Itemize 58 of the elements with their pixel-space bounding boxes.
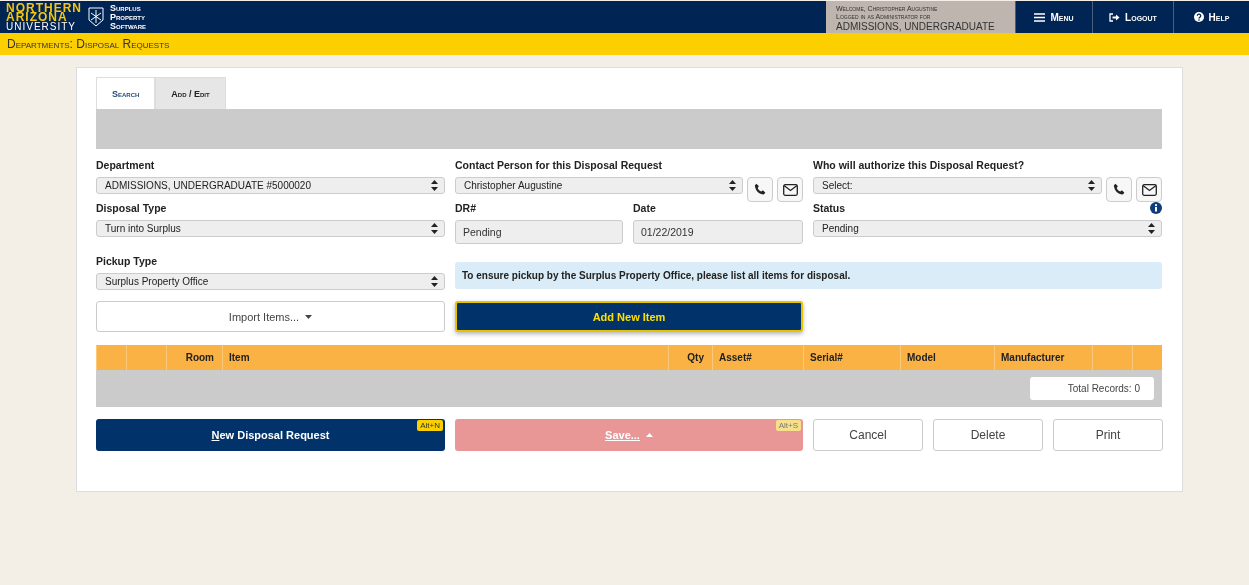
phone-button[interactable] bbox=[1106, 177, 1132, 202]
updown-icon bbox=[431, 180, 438, 191]
logo-wordmark: NORTHERN ARIZONA UNIVERSITY bbox=[6, 3, 82, 31]
action-button[interactable]: Cancel bbox=[813, 419, 923, 451]
column-header[interactable]: Asset# bbox=[719, 352, 752, 363]
tab[interactable]: Add / Edit bbox=[155, 77, 226, 109]
envelope-icon bbox=[1141, 183, 1157, 196]
phone-icon bbox=[753, 183, 767, 196]
column-header[interactable]: Manufacturer bbox=[1001, 352, 1065, 363]
add-item-button[interactable]: Add New Item bbox=[455, 301, 803, 332]
field-label: Disposal Type bbox=[96, 202, 168, 216]
info-icon[interactable] bbox=[1150, 202, 1162, 214]
updown-icon bbox=[431, 223, 438, 234]
field-label: Pickup Type bbox=[96, 255, 159, 269]
new-request-button[interactable]: New Disposal Request Alt+N bbox=[96, 419, 445, 451]
contact-select[interactable]: Christopher Augustine bbox=[455, 177, 743, 194]
phone-button[interactable] bbox=[747, 177, 773, 202]
envelope-icon bbox=[782, 183, 798, 196]
menu-icon bbox=[1034, 12, 1046, 22]
department-select[interactable]: ADMISSIONS, UNDERGRADUATE #5000020 bbox=[96, 177, 445, 194]
authorizer-select[interactable]: Select: bbox=[813, 177, 1102, 194]
disposal-type-select[interactable]: Turn into Surplus bbox=[96, 220, 445, 237]
field-label: Contact Person for this Disposal Request bbox=[455, 159, 664, 173]
updown-icon bbox=[1148, 223, 1155, 234]
field-label: Department bbox=[96, 159, 156, 173]
column-header[interactable]: Item bbox=[229, 352, 250, 363]
status-select[interactable]: Pending bbox=[813, 220, 1162, 237]
column-header[interactable]: Serial# bbox=[810, 352, 843, 363]
import-button[interactable]: Import Items... bbox=[96, 301, 445, 332]
caret-icon bbox=[645, 433, 653, 437]
pickup-type-select[interactable]: Surplus Property Office bbox=[96, 273, 445, 290]
action-button[interactable]: Print bbox=[1053, 419, 1163, 451]
shortcut-badge: Alt+N bbox=[417, 420, 443, 431]
updown-icon bbox=[729, 180, 736, 191]
updown-icon bbox=[431, 276, 438, 287]
notice-message: To ensure pickup by the Surplus Property Office, please list all items for disposal. bbox=[455, 262, 1162, 289]
column-header[interactable]: Room bbox=[185, 352, 214, 363]
save-button[interactable]: Save... Alt+S bbox=[455, 419, 803, 451]
email-button[interactable] bbox=[777, 177, 803, 202]
phone-icon bbox=[1112, 183, 1126, 196]
tab[interactable]: Search bbox=[96, 77, 156, 109]
field-label: Date bbox=[633, 202, 657, 216]
action-button[interactable]: Delete bbox=[933, 419, 1043, 451]
shortcut-badge: Alt+S bbox=[775, 420, 801, 431]
page-title: Departments: Disposal Requests bbox=[7, 37, 170, 51]
column-header[interactable]: Model bbox=[907, 352, 936, 363]
field-label: DR# bbox=[455, 202, 477, 216]
field-label: Status bbox=[813, 202, 846, 216]
caret-icon bbox=[305, 314, 313, 319]
help-icon bbox=[1193, 12, 1204, 22]
email-button[interactable] bbox=[1136, 177, 1162, 202]
updown-icon bbox=[1088, 180, 1095, 191]
field-label: Who will authorize this Disposal Request? bbox=[813, 159, 1026, 173]
emblem-icon bbox=[88, 7, 104, 27]
total-records: Total Records: 0 bbox=[1029, 377, 1154, 400]
logout-icon bbox=[1109, 12, 1121, 22]
column-header[interactable]: Qty bbox=[687, 352, 704, 363]
app-name: Surplus Property Software bbox=[110, 3, 146, 31]
